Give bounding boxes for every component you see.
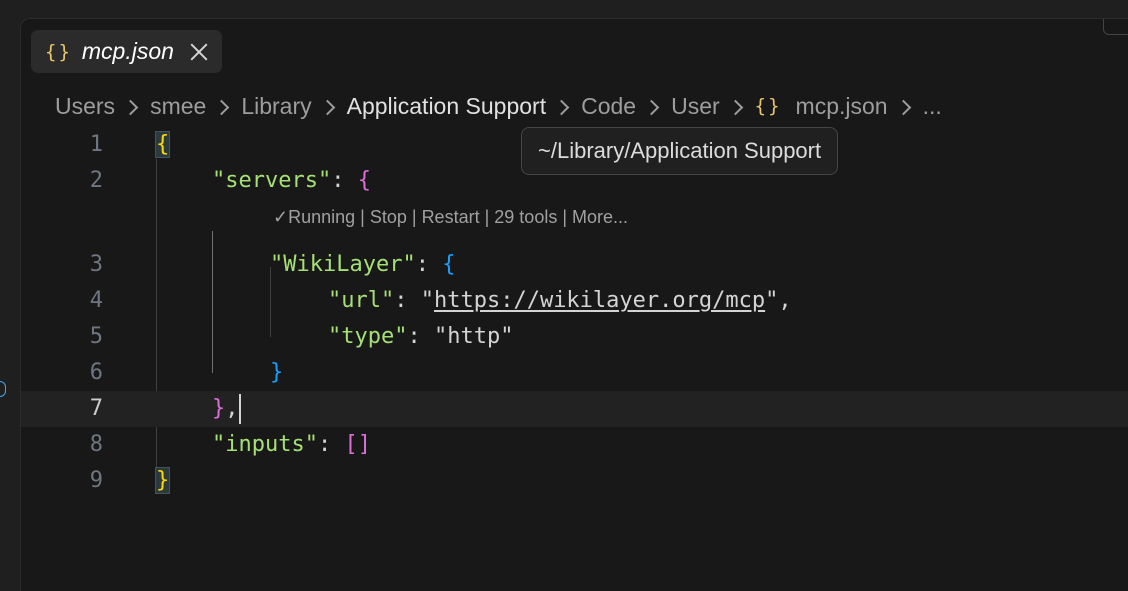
code-line: 6 }	[21, 355, 1128, 391]
code-editor[interactable]: 1 { 2 "servers": { ✓Running | Stop | Res…	[21, 127, 1128, 591]
codelens-more[interactable]: More...	[572, 207, 628, 227]
chevron-right-icon	[727, 99, 743, 115]
breadcrumb-smee[interactable]: smee	[150, 93, 206, 120]
code-line: 9 }	[21, 463, 1128, 499]
code-text: "servers": {	[212, 168, 371, 193]
code-line: 3 "WikiLayer": {	[21, 247, 1128, 283]
code-line: 8 "inputs": []	[21, 427, 1128, 463]
chevron-right-icon	[643, 99, 660, 115]
codelens-tools[interactable]: 29 tools	[494, 207, 557, 227]
code-text: },	[212, 391, 241, 427]
chevron-right-icon	[895, 99, 911, 115]
codelens-restart[interactable]: Restart	[422, 207, 480, 227]
line-number: 5	[89, 324, 103, 349]
check-icon: ✓	[273, 207, 289, 227]
line-number: 9	[89, 468, 103, 493]
editor-window: {} mcp.json Users smee Library Applicati…	[20, 18, 1128, 591]
breadcrumb-tooltip: ~/Library/Application Support	[521, 127, 839, 175]
line-number: 4	[89, 288, 103, 313]
breadcrumb-application-support[interactable]: Application Support	[347, 93, 546, 120]
chevron-right-icon	[319, 99, 335, 115]
code-line: 4 "url": "https://wikilayer.org/mcp",	[21, 283, 1128, 319]
chevron-right-icon	[553, 99, 570, 115]
code-text: "WikiLayer": {	[270, 252, 456, 277]
text-cursor	[238, 394, 241, 424]
mcp-server-codelens: ✓Running | Stop | Restart | 29 tools | M…	[273, 207, 629, 227]
breadcrumb: Users smee Library Application Support C…	[55, 89, 942, 123]
code-text: "url": "https://wikilayer.org/mcp",	[328, 288, 792, 313]
chevron-right-icon	[214, 99, 230, 115]
line-number: 1	[89, 132, 103, 157]
breadcrumb-file[interactable]: mcp.json	[796, 93, 888, 120]
breadcrumb-users[interactable]: Users	[55, 93, 115, 120]
breadcrumb-more[interactable]: ...	[923, 93, 942, 120]
code-text: {	[154, 131, 171, 158]
line-number: 3	[89, 252, 103, 277]
json-file-icon: {}	[754, 95, 782, 117]
code-text: "type": "http"	[328, 324, 514, 349]
line-number: 8	[89, 432, 103, 457]
tab-bar: {} mcp.json	[21, 19, 1128, 79]
codelens-stop[interactable]: Stop	[370, 207, 407, 227]
close-icon[interactable]	[188, 41, 210, 63]
breadcrumb-code[interactable]: Code	[581, 93, 636, 120]
chevron-right-icon	[122, 99, 139, 115]
tab-label: mcp.json	[81, 38, 174, 64]
codelens-running[interactable]: Running	[288, 207, 355, 227]
breadcrumb-user[interactable]: User	[671, 93, 720, 120]
breadcrumb-library[interactable]: Library	[241, 93, 311, 120]
code-text: }	[154, 467, 171, 494]
tab-mcp-json[interactable]: {} mcp.json	[31, 30, 222, 73]
url-link[interactable]: https://wikilayer.org/mcp	[434, 288, 765, 313]
left-edge	[0, 0, 20, 590]
code-text: }	[270, 360, 284, 385]
code-line-current: 7 },	[21, 391, 1128, 427]
line-number: 7	[89, 396, 103, 421]
scroll-indicator	[0, 381, 6, 397]
code-line: 5 "type": "http"	[21, 319, 1128, 355]
line-number: 2	[89, 168, 103, 193]
code-text: "inputs": []	[212, 432, 371, 457]
json-file-icon: {}	[45, 40, 72, 63]
line-number: 6	[89, 360, 103, 385]
